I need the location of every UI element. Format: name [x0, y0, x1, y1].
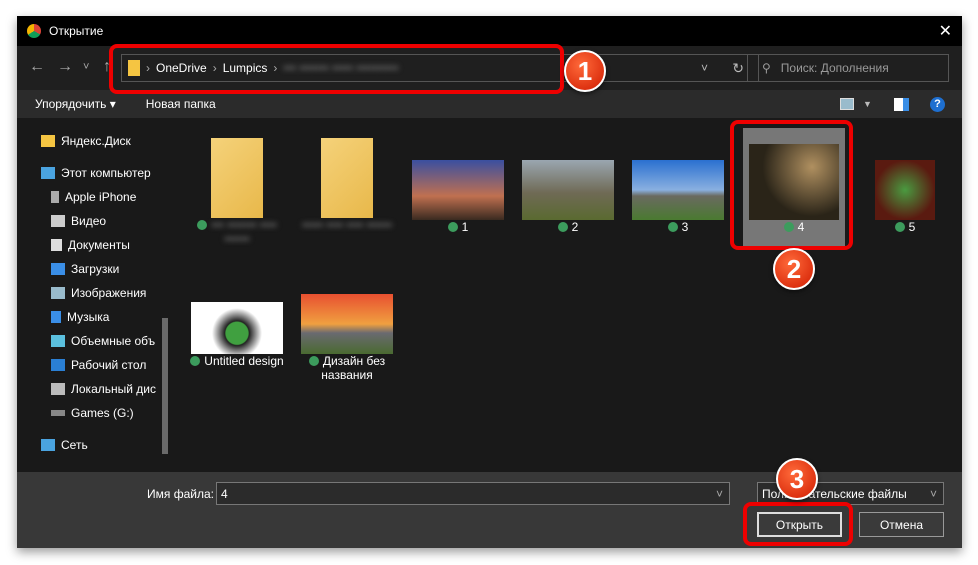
- help-icon[interactable]: ?: [930, 96, 945, 112]
- thumbnail: [632, 160, 724, 220]
- file-item-5[interactable]: 5: [855, 160, 955, 234]
- forward-button[interactable]: →: [57, 58, 73, 76]
- sidebar-item-network[interactable]: Сеть: [41, 438, 88, 452]
- sidebar-item-desktop[interactable]: Рабочий стол: [51, 358, 146, 372]
- music-icon: [51, 311, 61, 323]
- cube-icon: [51, 335, 65, 347]
- download-icon: [51, 263, 65, 275]
- file-item-folder-1[interactable]: ••• ••••••• •••• ••••••: [187, 138, 287, 246]
- search-input[interactable]: ⚲ Поиск: Дополнения: [747, 54, 949, 82]
- file-name: Untitled design: [204, 354, 284, 368]
- file-name: 3: [681, 220, 689, 234]
- toolbar: Упорядочить ▾ Новая папка ▼ ?: [17, 90, 962, 118]
- pictures-icon: [51, 287, 65, 299]
- scrollbar-thumb[interactable]: [162, 318, 168, 454]
- recent-dropdown[interactable]: ˅: [83, 61, 89, 73]
- file-item-design-untitled[interactable]: Дизайн без названия: [297, 294, 397, 382]
- annotation-badge-2: 2: [773, 248, 815, 290]
- chevron-down-icon[interactable]: ˅: [930, 487, 937, 501]
- file-item-1[interactable]: 1: [408, 160, 508, 234]
- computer-icon: [41, 167, 55, 179]
- sidebar-item-documents[interactable]: Документы: [51, 238, 130, 252]
- filename-label: Имя файла:: [147, 487, 214, 501]
- sidebar-item-label: Изображения: [71, 286, 147, 300]
- sidebar-item-label: Локальный дис: [71, 382, 156, 396]
- desktop-icon: [51, 359, 65, 371]
- sidebar-item-games[interactable]: Games (G:): [51, 406, 134, 420]
- drive-icon: [51, 410, 65, 416]
- sidebar-item-label: Рабочий стол: [71, 358, 147, 372]
- chrome-icon: [27, 24, 41, 38]
- sidebar-item-label: Загрузки: [71, 262, 120, 276]
- file-item-folder-2[interactable]: ••••• •••• •••• ••••••: [297, 138, 397, 232]
- annotation-badge-1: 1: [564, 50, 606, 92]
- new-folder-button[interactable]: Новая папка: [146, 97, 216, 111]
- file-item-untitled-design[interactable]: Untitled design: [187, 302, 287, 368]
- close-button[interactable]: ✕: [939, 21, 952, 41]
- filename-input[interactable]: 4 ˅: [216, 482, 730, 505]
- thumbnail: [301, 294, 393, 354]
- open-dialog: Открытие ✕ ← → ˅ ↑ › OneDrive › Lumpics …: [17, 16, 962, 548]
- view-icon[interactable]: [840, 98, 854, 110]
- annotation-highlight-address: [109, 44, 564, 94]
- sidebar-item-this-pc[interactable]: Этот компьютер: [41, 166, 151, 180]
- phone-icon: [51, 191, 59, 203]
- sidebar-item-video[interactable]: Видео: [51, 214, 106, 228]
- filename-value: 4: [221, 486, 228, 501]
- cancel-button[interactable]: Отмена: [859, 512, 944, 537]
- sidebar: Яндекс.Диск Этот компьютер Apple iPhone …: [17, 118, 175, 472]
- sidebar-item-label: Games (G:): [71, 406, 134, 420]
- video-icon: [51, 215, 65, 227]
- thumbnail: [522, 160, 614, 220]
- file-name: 1: [461, 220, 469, 234]
- file-item-3[interactable]: 3: [628, 160, 728, 234]
- address-dropdown[interactable]: ˅: [701, 61, 708, 75]
- annotation-badge-3: 3: [776, 458, 818, 500]
- folder-icon: [211, 138, 263, 218]
- chevron-down-icon[interactable]: ˅: [716, 487, 723, 501]
- drive-icon: [51, 383, 65, 395]
- sidebar-item-label: Музыка: [67, 310, 110, 324]
- organize-button[interactable]: Упорядочить ▾: [35, 97, 116, 111]
- sidebar-item-iphone[interactable]: Apple iPhone: [51, 190, 136, 204]
- sidebar-item-label: Видео: [71, 214, 107, 228]
- network-icon: [41, 439, 55, 451]
- sidebar-item-local-disk[interactable]: Локальный дис: [51, 382, 156, 396]
- sidebar-item-label: Документы: [68, 238, 130, 252]
- sidebar-item-label: Яндекс.Диск: [61, 134, 131, 148]
- sidebar-item-pictures[interactable]: Изображения: [51, 286, 146, 300]
- search-icon: ⚲: [762, 61, 771, 75]
- sidebar-item-downloads[interactable]: Загрузки: [51, 262, 119, 276]
- title-bar: Открытие ✕: [17, 16, 962, 46]
- sidebar-item-label: Сеть: [61, 438, 88, 452]
- search-placeholder: Поиск: Дополнения: [780, 61, 889, 75]
- file-name: Дизайн без названия: [321, 354, 386, 382]
- annotation-highlight-file: [730, 120, 853, 250]
- folder-icon: [321, 138, 373, 218]
- thumbnail: [412, 160, 504, 220]
- preview-pane-icon[interactable]: [894, 97, 909, 111]
- thumbnail: [191, 302, 283, 354]
- sidebar-item-music[interactable]: Музыка: [51, 310, 109, 324]
- document-icon: [51, 239, 62, 251]
- view-dropdown-icon[interactable]: ▼: [863, 99, 872, 109]
- file-name: ••••• •••• •••• ••••••: [302, 218, 392, 232]
- file-name: ••• ••••••• •••• ••••••: [211, 218, 277, 246]
- sidebar-item-label: Этот компьютер: [61, 166, 151, 180]
- sidebar-item-3d-objects[interactable]: Объемные объ: [51, 334, 155, 348]
- file-name: 5: [908, 220, 916, 234]
- sidebar-scrollbar[interactable]: [158, 118, 172, 472]
- annotation-highlight-open: [743, 502, 853, 546]
- sidebar-item-label: Объемные объ: [71, 334, 156, 348]
- back-button[interactable]: ←: [29, 58, 45, 76]
- thumbnail: [875, 160, 935, 220]
- sidebar-item-yandex-disk[interactable]: Яндекс.Диск: [41, 134, 131, 148]
- file-item-2[interactable]: 2: [518, 160, 618, 234]
- refresh-button[interactable]: ↻: [732, 60, 744, 77]
- file-name: 2: [571, 220, 579, 234]
- folder-icon: [41, 135, 55, 147]
- window-title: Открытие: [49, 24, 104, 38]
- sidebar-item-label: Apple iPhone: [65, 190, 137, 204]
